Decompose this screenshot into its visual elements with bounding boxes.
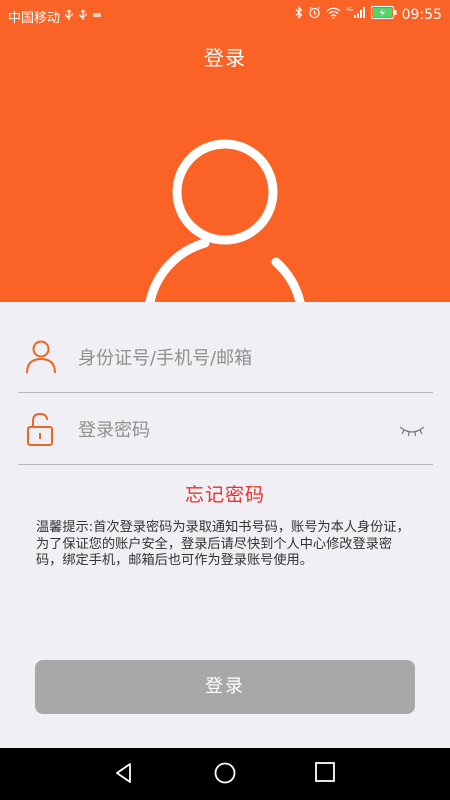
- eye-closed-icon[interactable]: [399, 422, 425, 441]
- username-input[interactable]: 身份证号/手机号/邮箱: [78, 344, 252, 370]
- password-field[interactable]: 登录密码: [18, 394, 433, 465]
- home-icon[interactable]: [213, 761, 237, 789]
- forgot-password-link[interactable]: 忘记密码: [0, 480, 450, 507]
- username-field[interactable]: 身份证号/手机号/邮箱: [18, 322, 433, 393]
- password-input[interactable]: 登录密码: [78, 416, 150, 442]
- avatar-placeholder-icon: [145, 139, 305, 302]
- tip-text: 温馨提示:首次登录密码为录取通知书号码，账号为本人身份证，为了保证您的账户安全，…: [36, 520, 410, 568]
- back-icon[interactable]: [112, 761, 136, 789]
- recents-icon[interactable]: [314, 761, 336, 787]
- user-icon: [24, 338, 58, 378]
- header: 中国移动 4G 09:55 登录: [0, 0, 450, 302]
- navigation-bar: [0, 748, 450, 800]
- login-button[interactable]: 登录: [35, 660, 415, 714]
- lock-icon: [24, 410, 58, 452]
